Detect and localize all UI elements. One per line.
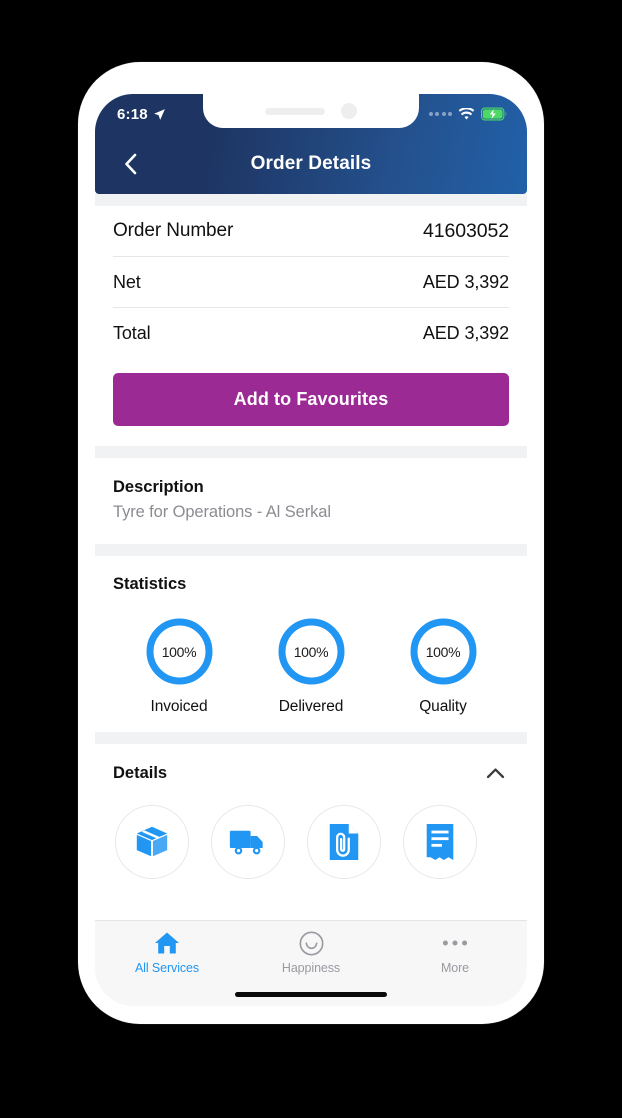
stat-label: Invoiced (150, 698, 208, 715)
app-header: 6:18 Order Details (95, 94, 527, 194)
net-value: AED 3,392 (422, 271, 509, 292)
invoice-list-icon (426, 823, 454, 861)
home-indicator[interactable] (235, 992, 387, 997)
table-row: Total AED 3,392 (113, 308, 509, 359)
statistics-section: Statistics 100% Invoiced 100% Delivered … (95, 556, 527, 732)
delivery-truck-icon (229, 830, 263, 855)
section-separator (95, 446, 527, 458)
tab-label: All Services (134, 961, 200, 975)
stat-delivered: 100% Delivered (256, 618, 366, 716)
signal-dots-icon (428, 112, 452, 116)
progress-ring-delivered: 100% (278, 618, 345, 685)
order-number-label: Order Number (113, 220, 234, 241)
tab-more[interactable]: More (383, 930, 527, 975)
section-separator (95, 732, 527, 744)
battery-charging-icon (481, 107, 507, 121)
total-label: Total (113, 323, 151, 343)
tab-label: Happiness (281, 961, 341, 975)
description-heading: Description (113, 478, 204, 496)
chevron-up-icon (486, 768, 504, 779)
stat-quality: 100% Quality (388, 618, 498, 716)
details-item-invoice[interactable] (403, 805, 477, 879)
progress-ring-quality: 100% (410, 618, 477, 685)
tab-all-services[interactable]: All Services (95, 930, 239, 975)
section-separator (95, 194, 527, 206)
page-title: Order Details (250, 153, 372, 174)
details-item-attachment[interactable] (307, 805, 381, 879)
progress-ring-invoiced: 100% (146, 618, 213, 685)
progress-ring-value: 100% (293, 643, 329, 660)
phone-device-frame: 6:18 Order Details Order Number 41603052… (78, 62, 544, 1024)
page-content: Order Number 41603052 Net AED 3,392 Tota… (95, 194, 527, 1006)
order-info-card: Order Number 41603052 Net AED 3,392 Tota… (95, 206, 527, 359)
description-text: Tyre for Operations - Al Serkal (113, 503, 331, 521)
favourites-button-wrap: Add to Favourites (95, 359, 527, 446)
details-section: Details (95, 744, 527, 879)
status-bar: 6:18 (95, 94, 527, 130)
wifi-icon (458, 107, 475, 120)
details-heading: Details (113, 763, 168, 782)
stat-invoiced: 100% Invoiced (124, 618, 234, 716)
progress-ring-value: 100% (425, 643, 461, 660)
stat-label: Delivered (278, 698, 344, 715)
ellipsis-icon (442, 930, 468, 956)
status-bar-indicators (428, 107, 508, 121)
section-separator (95, 544, 527, 556)
details-icon-row[interactable] (113, 805, 509, 879)
home-icon (154, 930, 180, 956)
details-header[interactable]: Details (113, 761, 509, 785)
details-collapse-button[interactable] (481, 761, 509, 785)
statistics-row: 100% Invoiced 100% Delivered 100% Qualit… (113, 618, 509, 716)
statistics-heading: Statistics (113, 575, 187, 593)
tab-label: More (440, 961, 470, 975)
progress-ring-value: 100% (161, 643, 197, 660)
net-label: Net (113, 271, 141, 292)
table-row: Order Number 41603052 (113, 206, 509, 257)
package-box-icon (136, 826, 168, 857)
details-item-package[interactable] (115, 805, 189, 879)
order-number-value: 41603052 (423, 219, 509, 242)
navigation-bar: Order Details (95, 134, 527, 194)
add-to-favourites-button[interactable]: Add to Favourites (113, 373, 509, 426)
stat-label: Quality (419, 698, 467, 715)
smiley-face-icon (299, 930, 324, 956)
document-attachment-icon (329, 823, 359, 861)
details-item-delivery[interactable] (211, 805, 285, 879)
description-section: Description Tyre for Operations - Al Ser… (95, 458, 527, 544)
tab-happiness[interactable]: Happiness (239, 930, 383, 975)
location-arrow-icon (153, 108, 165, 120)
status-time-label: 6:18 (117, 105, 148, 123)
table-row: Net AED 3,392 (113, 257, 509, 308)
phone-screen: 6:18 Order Details Order Number 41603052… (95, 94, 527, 1006)
total-value: AED 3,392 (422, 323, 509, 343)
status-bar-time-group: 6:18 (117, 106, 166, 123)
